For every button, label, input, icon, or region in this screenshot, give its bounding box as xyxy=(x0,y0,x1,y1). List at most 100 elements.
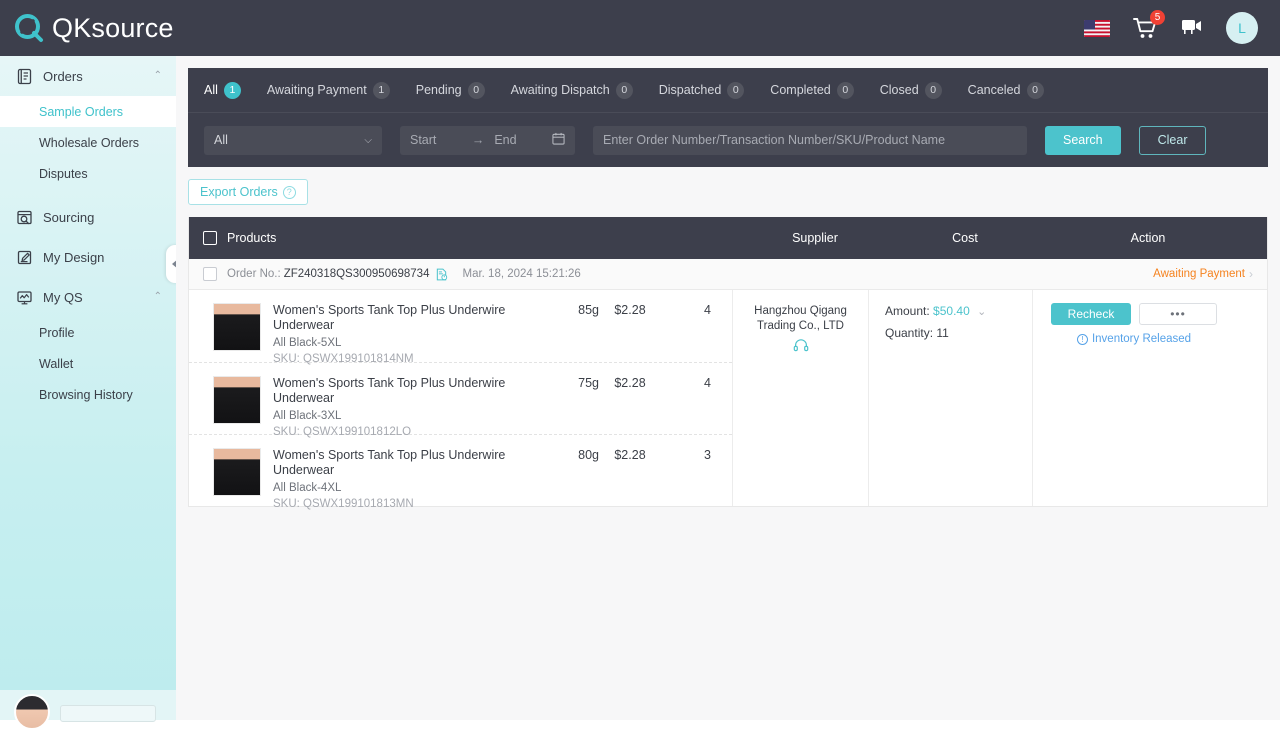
export-orders-button[interactable]: Export Orders ? xyxy=(188,179,308,205)
tab-label: Pending xyxy=(415,83,462,97)
product-title: Women's Sports Tank Top Plus Underwire U… xyxy=(273,303,506,332)
inventory-released-label: Inventory Released xyxy=(1091,333,1192,345)
product-quantity: 4 xyxy=(704,376,711,390)
order-quantity-row: Quantity: 11 xyxy=(885,326,1032,340)
order-status-tabs: All 1 Awaiting Payment 1 Pending 0 Await… xyxy=(188,68,1268,112)
sidebar-item-my-design[interactable]: My Design xyxy=(0,237,176,277)
sidebar-item-label: Wholesale Orders xyxy=(39,135,140,150)
sidebar-item-browsing-history[interactable]: Browsing History xyxy=(0,379,176,410)
cart-badge: 5 xyxy=(1150,10,1165,25)
product-title: Women's Sports Tank Top Plus Underwire U… xyxy=(273,448,506,477)
column-header-action: Action xyxy=(1130,231,1166,245)
sidebar-profile-widget[interactable] xyxy=(0,690,176,730)
avatar-initial: L xyxy=(1238,20,1246,36)
product-quantity: 4 xyxy=(704,303,711,317)
product-info: Women's Sports Tank Top Plus Underwire U… xyxy=(273,448,545,510)
product-thumbnail xyxy=(213,376,261,424)
order-amount-row[interactable]: Amount: $50.40 ⌄ xyxy=(885,304,1032,318)
sidebar-item-disputes[interactable]: Disputes xyxy=(0,158,176,189)
chevron-down-icon: ⌵ xyxy=(364,134,372,146)
order-type-select[interactable]: All ⌵ xyxy=(204,125,382,155)
sidebar-item-profile[interactable]: Profile xyxy=(0,317,176,348)
select-all-checkbox[interactable] xyxy=(203,231,217,245)
order-status-badge[interactable]: Awaiting Payment › xyxy=(1153,267,1253,281)
product-row[interactable]: Women's Sports Tank Top Plus Underwire U… xyxy=(189,290,732,365)
top-bar: QKsource 5 L xyxy=(0,0,1280,56)
product-weight: 75g xyxy=(578,376,599,390)
design-icon xyxy=(16,249,33,266)
date-range-arrow-icon: → xyxy=(471,133,485,147)
tab-closed[interactable]: Closed 0 xyxy=(879,81,942,99)
chevron-up-icon: ⌃ xyxy=(153,291,162,302)
export-orders-label: Export Orders xyxy=(200,185,278,199)
tab-label: Closed xyxy=(879,83,919,97)
brand-name: QKsource xyxy=(52,12,174,43)
sidebar: Orders ⌃ Sample Orders Wholesale Orders … xyxy=(0,56,176,730)
sidebar-group-orders[interactable]: Orders ⌃ xyxy=(0,56,176,96)
product-row[interactable]: Women's Sports Tank Top Plus Underwire U… xyxy=(189,434,732,510)
tab-label: Awaiting Dispatch xyxy=(510,83,610,97)
product-info: Women's Sports Tank Top Plus Underwire U… xyxy=(273,303,545,365)
sidebar-item-wholesale-orders[interactable]: Wholesale Orders xyxy=(0,127,176,158)
product-sku: SKU: QSWX199101812LO xyxy=(273,426,412,438)
tab-awaiting-dispatch[interactable]: Awaiting Dispatch 0 xyxy=(510,81,633,99)
search-input[interactable]: Enter Order Number/Transaction Number/SK… xyxy=(593,125,1027,155)
sidebar-item-wallet[interactable]: Wallet xyxy=(0,348,176,379)
product-weight: 80g xyxy=(578,448,599,462)
column-header-products: Products xyxy=(227,231,277,245)
tab-count: 0 xyxy=(727,81,745,99)
order-action: Recheck ••• ! Inventory Released xyxy=(1033,290,1235,506)
help-icon[interactable]: ? xyxy=(282,185,296,199)
order-status-label: Awaiting Payment xyxy=(1153,268,1245,280)
inventory-released-link[interactable]: ! Inventory Released xyxy=(1033,333,1235,345)
order-supplier: Hangzhou Qigang Trading Co., LTD xyxy=(733,290,869,506)
order-document-icon[interactable] xyxy=(435,268,448,281)
date-start-label: Start xyxy=(410,133,437,147)
product-thumbnail xyxy=(213,448,261,496)
tab-dispatched[interactable]: Dispatched 0 xyxy=(659,81,745,99)
tab-count: 0 xyxy=(1026,81,1044,99)
tab-completed[interactable]: Completed 0 xyxy=(770,81,854,99)
product-title: Women's Sports Tank Top Plus Underwire U… xyxy=(273,376,506,405)
order-type-value: All xyxy=(214,133,228,147)
tab-pending[interactable]: Pending 0 xyxy=(415,81,485,99)
brand-logo[interactable]: QKsource xyxy=(14,13,174,44)
tab-all[interactable]: All 1 xyxy=(204,81,241,99)
sidebar-item-sourcing[interactable]: Sourcing xyxy=(0,197,176,237)
headset-icon[interactable] xyxy=(733,338,868,357)
sidebar-group-label: Orders xyxy=(43,68,83,84)
tab-count: 0 xyxy=(615,81,633,99)
product-row[interactable]: Women's Sports Tank Top Plus Underwire U… xyxy=(189,362,732,438)
order-select-checkbox[interactable] xyxy=(203,267,217,281)
product-quantity: 3 xyxy=(704,448,711,462)
product-price: $2.28 xyxy=(614,448,646,462)
sidebar-group-my-qs[interactable]: My QS ⌃ xyxy=(0,277,176,317)
tab-canceled[interactable]: Canceled 0 xyxy=(968,81,1044,99)
date-range-picker[interactable]: Start → End xyxy=(400,125,575,155)
video-camera-icon[interactable] xyxy=(1180,16,1204,41)
product-variant: All Black-3XL xyxy=(273,410,342,422)
tab-label: Completed xyxy=(770,83,831,97)
recheck-button[interactable]: Recheck xyxy=(1051,303,1131,325)
product-sku: SKU: QSWX199101814NM xyxy=(273,353,414,365)
sidebar-item-sample-orders[interactable]: Sample Orders xyxy=(0,96,176,127)
cart-icon[interactable]: 5 xyxy=(1132,10,1165,41)
us-flag-icon[interactable] xyxy=(1084,19,1110,37)
main-content: All 1 Awaiting Payment 1 Pending 0 Await… xyxy=(176,56,1280,720)
chevron-down-icon[interactable]: ⌄ xyxy=(977,306,986,318)
user-avatar[interactable]: L xyxy=(1226,12,1258,44)
tab-awaiting-payment[interactable]: Awaiting Payment 1 xyxy=(267,81,390,99)
profile-avatar xyxy=(14,694,50,730)
action-buttons: Recheck ••• xyxy=(1033,303,1235,325)
more-actions-button[interactable]: ••• xyxy=(1139,303,1217,325)
clear-button[interactable]: Clear xyxy=(1138,125,1207,155)
chevron-right-icon: › xyxy=(1249,267,1253,281)
order-header-row: Order No.: ZF240318QS300950698734 Mar. 1… xyxy=(189,259,1267,290)
myqs-icon xyxy=(16,289,33,306)
product-price: $2.28 xyxy=(614,376,646,390)
tab-count: 0 xyxy=(467,81,485,99)
search-button[interactable]: Search xyxy=(1045,125,1121,155)
info-icon: ! xyxy=(1076,333,1088,345)
order-body: Women's Sports Tank Top Plus Underwire U… xyxy=(189,290,1267,510)
product-weight: 85g xyxy=(578,303,599,317)
